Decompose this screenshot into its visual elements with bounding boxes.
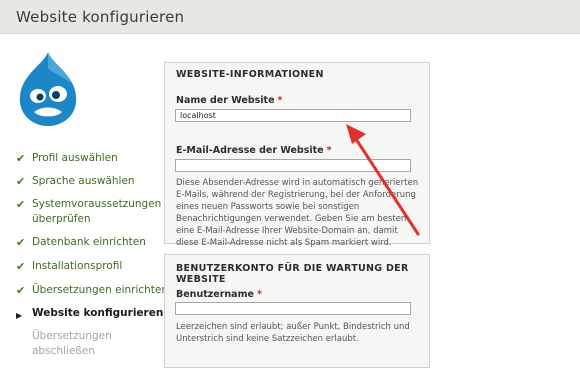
username-description: Leerzeichen sind erlaubt; außer Punkt, B… [176, 322, 410, 344]
admin-account-fieldset: BENUTZERKONTO FÜR DIE WARTUNG DER WEBSIT… [164, 254, 430, 368]
site-name-label: Name der Website * [176, 95, 283, 106]
checkmark-icon: ✔ [16, 260, 26, 273]
page-header: Website konfigurieren [0, 0, 580, 34]
current-step-icon: ▶ [16, 311, 23, 320]
username-label: Benutzername * [176, 289, 262, 300]
checkmark-icon: ✔ [16, 152, 26, 165]
checkmark-icon: ✔ [16, 236, 26, 249]
site-email-label: E-Mail-Adresse der Website * [176, 145, 332, 156]
required-marker: * [326, 145, 332, 156]
site-email-input[interactable] [175, 159, 411, 172]
checkmark-icon: ✔ [16, 198, 26, 211]
site-information-legend: WEBSITE-INFORMATIONEN [176, 69, 324, 80]
drupal-logo-icon [19, 52, 77, 126]
site-email-description: Diese Absender-Adresse wird in automatis… [176, 178, 419, 248]
username-input[interactable] [175, 302, 411, 315]
page-title: Website konfigurieren [16, 8, 185, 26]
site-name-input[interactable] [175, 109, 411, 122]
site-information-fieldset: WEBSITE-INFORMATIONEN Name der Website * … [164, 62, 430, 248]
admin-account-legend: BENUTZERKONTO FÜR DIE WARTUNG DER WEBSIT… [176, 263, 409, 285]
required-marker: * [256, 289, 262, 300]
required-marker: * [277, 95, 283, 106]
checkmark-icon: ✔ [16, 175, 26, 188]
checkmark-icon: ✔ [16, 284, 26, 297]
